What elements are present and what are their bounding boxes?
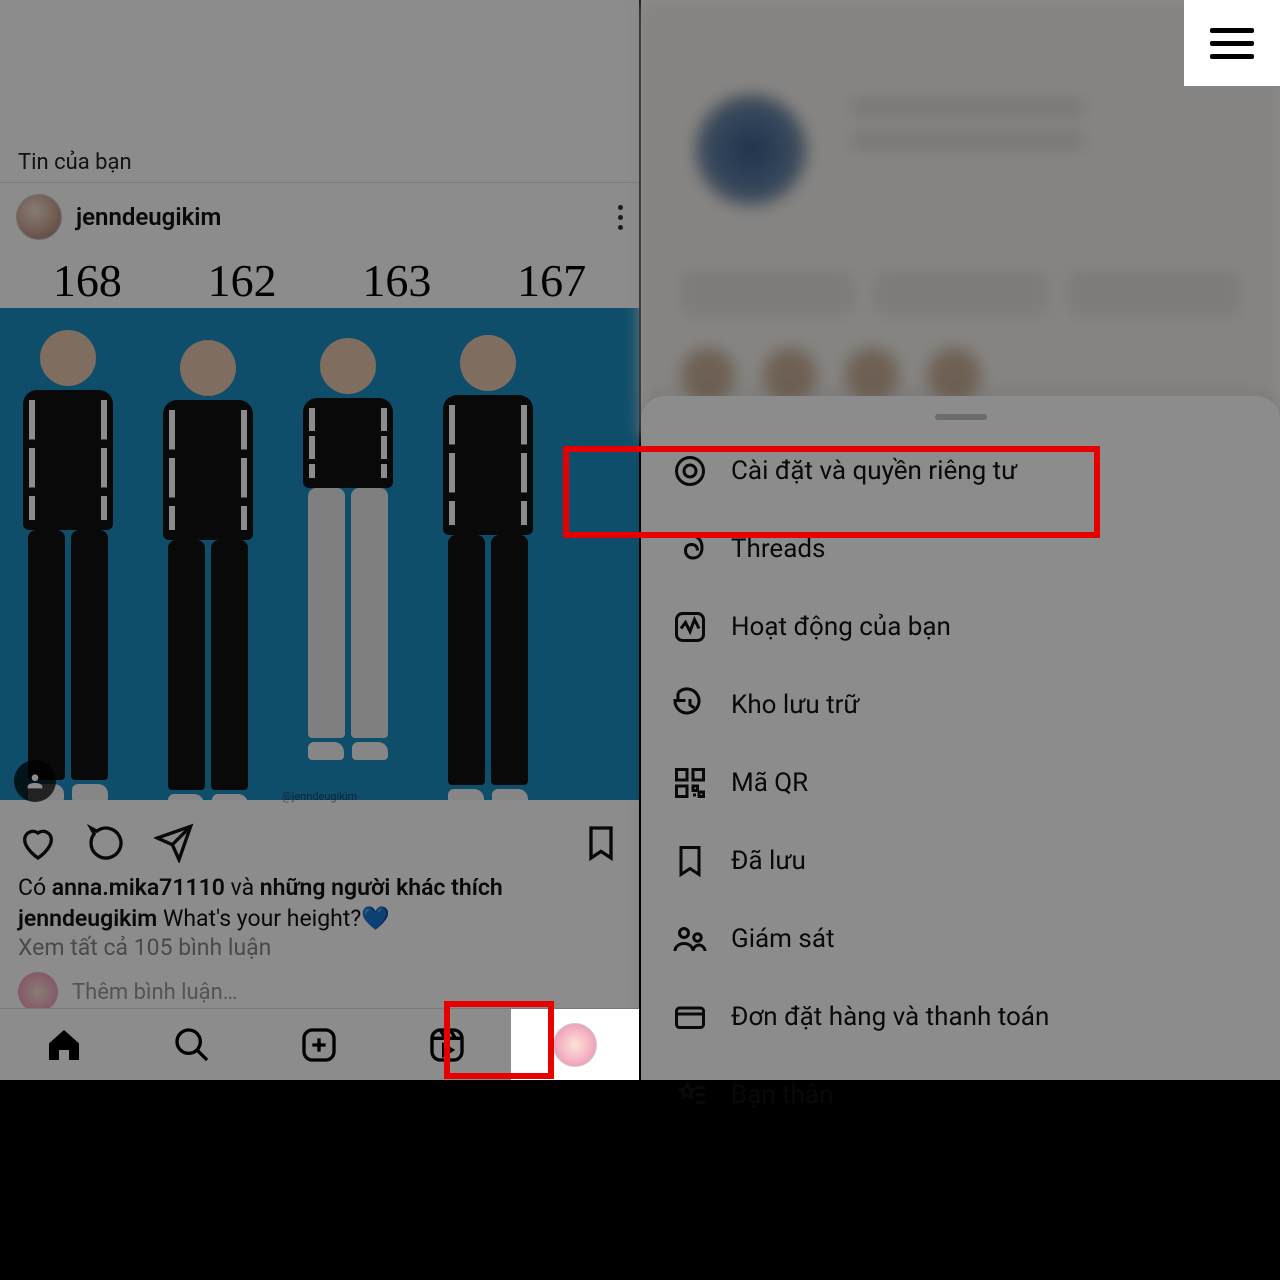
menu-close-friends[interactable]: Bạn thân: [641, 1056, 1280, 1134]
menu-settings-label: Cài đặt và quyền riêng tư: [731, 456, 1017, 486]
menu-orders-payments[interactable]: Đơn đặt hàng và thanh toán: [641, 978, 1280, 1056]
hamburger-icon: [1210, 28, 1254, 33]
nav-profile[interactable]: [511, 1009, 639, 1080]
threads-icon: [671, 530, 709, 568]
home-icon: [44, 1025, 84, 1065]
nav-new-post[interactable]: [256, 1009, 384, 1080]
bookmark-icon: [581, 823, 621, 863]
card-icon: [671, 998, 709, 1036]
menu-activity-label: Hoạt động của bạn: [731, 612, 951, 642]
post-image[interactable]: 168 162 163 167: [0, 252, 639, 800]
gear-icon: [671, 452, 709, 490]
nav-home[interactable]: [0, 1009, 128, 1080]
post-photo: [0, 308, 639, 800]
menu-threads[interactable]: Threads: [641, 510, 1280, 588]
comment-icon: [86, 823, 126, 863]
tagged-people-button[interactable]: [14, 760, 56, 802]
your-story-label: Tin của bạn: [18, 150, 132, 175]
nav-search[interactable]: [128, 1009, 256, 1080]
height-numbers: 168 162 163 167: [0, 252, 639, 308]
likes-caption: Có anna.mika71110 và những người khác th…: [18, 872, 621, 934]
post-more-button[interactable]: [618, 205, 623, 230]
menu-settings-privacy[interactable]: Cài đặt và quyền riêng tư: [641, 432, 1280, 510]
post-actions: [0, 816, 639, 874]
save-button[interactable]: [581, 823, 621, 867]
more-dots-icon: [618, 205, 623, 210]
heart-icon: [18, 823, 58, 863]
plus-square-icon: [299, 1025, 339, 1065]
own-avatar: [18, 972, 58, 1012]
archive-icon: [671, 686, 709, 724]
feed-screen: Tin của bạn jenndeugikim 168 162 163 167: [0, 0, 639, 1080]
watermark: @jenndeugikim: [282, 790, 357, 803]
settings-bottom-sheet: Cài đặt và quyền riêng tư Threads Hoạt đ…: [641, 396, 1280, 1080]
menu-archive-label: Kho lưu trữ: [731, 690, 860, 720]
menu-qr-code[interactable]: Mã QR: [641, 744, 1280, 822]
others-liked[interactable]: những người khác thích: [260, 874, 503, 901]
add-comment-row[interactable]: Thêm bình luận…: [18, 972, 238, 1012]
share-button[interactable]: [154, 823, 194, 867]
menu-archive[interactable]: Kho lưu trữ: [641, 666, 1280, 744]
send-icon: [154, 823, 194, 863]
view-all-comments[interactable]: Xem tất cả 105 bình luận: [18, 934, 271, 961]
search-icon: [172, 1025, 212, 1065]
like-button[interactable]: [18, 823, 58, 867]
reels-icon: [427, 1025, 467, 1065]
nav-reels[interactable]: [383, 1009, 511, 1080]
hamburger-menu-button[interactable]: [1184, 0, 1280, 86]
post-author-username[interactable]: jenndeugikim: [76, 203, 221, 231]
menu-supervision[interactable]: Giám sát: [641, 900, 1280, 978]
menu-qr-label: Mã QR: [731, 768, 808, 798]
menu-orders-label: Đơn đặt hàng và thanh toán: [731, 1002, 1049, 1032]
profile-menu-screen: Cài đặt và quyền riêng tư Threads Hoạt đ…: [641, 0, 1280, 1080]
post-header: jenndeugikim: [0, 188, 639, 246]
liker-username[interactable]: anna.mika71110: [52, 874, 225, 901]
close-friends-icon: [671, 1076, 709, 1114]
activity-icon: [671, 608, 709, 646]
caption-text: What's your height?💙: [157, 905, 390, 932]
bottom-nav: [0, 1008, 639, 1080]
menu-supervision-label: Giám sát: [731, 924, 835, 954]
menu-saved[interactable]: Đã lưu: [641, 822, 1280, 900]
supervision-icon: [671, 920, 709, 958]
menu-saved-label: Đã lưu: [731, 846, 806, 876]
sheet-handle[interactable]: [935, 414, 987, 420]
qr-icon: [671, 764, 709, 802]
add-comment-placeholder: Thêm bình luận…: [72, 980, 238, 1005]
comment-button[interactable]: [86, 823, 126, 867]
post-author-avatar[interactable]: [16, 194, 62, 240]
menu-your-activity[interactable]: Hoạt động của bạn: [641, 588, 1280, 666]
menu-threads-label: Threads: [731, 534, 825, 564]
profile-avatar-icon: [553, 1023, 597, 1067]
caption-username[interactable]: jenndeugikim: [18, 905, 157, 932]
bookmark-icon: [671, 842, 709, 880]
menu-close-friends-label: Bạn thân: [731, 1080, 833, 1110]
